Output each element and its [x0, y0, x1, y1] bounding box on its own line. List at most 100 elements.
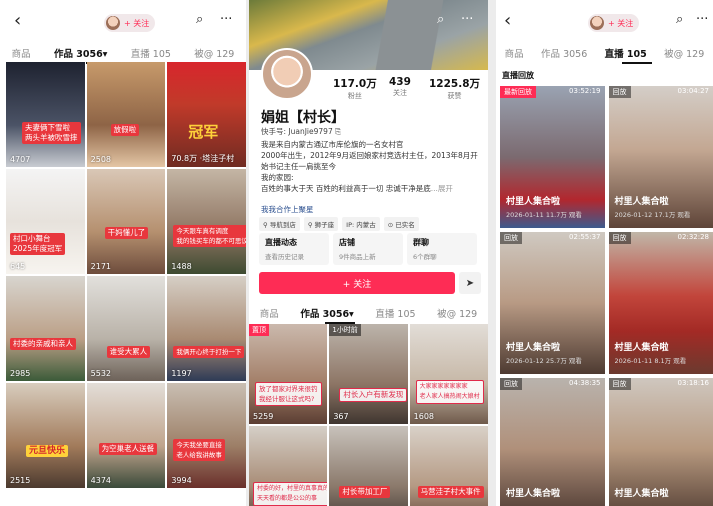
replay-tag: 回放 [500, 378, 522, 390]
like-count: 645 [10, 262, 26, 271]
follow-pill-label: + 关注 [608, 18, 634, 28]
replay-card[interactable]: 回放 04:38:35 村里人集合啦 [500, 378, 605, 506]
bio-expand[interactable]: ...展开 [431, 184, 453, 193]
replay-card[interactable]: 回放 02:32:28 村里人集合啦 2026-01-11 8.1万 观看 [608, 232, 713, 374]
stat-likes[interactable]: 1225.8万 获赞 [429, 76, 480, 101]
profile-tabs: 商品 作品 3056▾ 直播 105 被@ 129 [249, 304, 488, 324]
video-thumb[interactable]: 干妈懂儿了 2171 [86, 169, 166, 274]
follow-button[interactable]: + 关注 [259, 272, 455, 294]
stat-value: 117.0万 [333, 78, 377, 90]
video-thumb[interactable]: 我俩开心终于打扮一下 1197 [167, 276, 246, 381]
video-caption: 放了都家对界来很钓 我经计服让这式吗? [255, 382, 322, 406]
like-count: 2515 [10, 476, 31, 485]
chip-verified: ⊙ 已实名 [383, 217, 419, 231]
like-count: 2171 [90, 262, 112, 271]
video-thumb[interactable]: 夫妻俩下雪啦 两头羊被吹雪摔 4707 [6, 62, 85, 167]
follow-pill[interactable]: + 关注 [104, 14, 156, 32]
back-icon[interactable]: ‹ [14, 11, 21, 31]
video-caption: 今天跟车真有调度 我的钱买车的都不可思议 [173, 225, 246, 247]
profile-tabs: 商品 作品 3056 直播 105 被@ 129 [496, 44, 713, 64]
replay-duration: 03:52:19 [569, 87, 601, 95]
cooperation-link[interactable]: 我我合作上聚星 [261, 204, 314, 215]
tab-mentions[interactable]: 被@ 129 [194, 46, 234, 60]
video-thumb[interactable]: 今天跟车真有调度 我的钱买车的都不可思议 1488 [167, 169, 246, 274]
video-caption: 村长入户有新发现 [339, 388, 408, 402]
tab-live[interactable]: 直播 105 [375, 306, 415, 320]
video-thumb[interactable]: 马营洼子村大事件 [409, 426, 488, 506]
like-count: 5259 [253, 412, 274, 421]
video-thumb[interactable]: 村委的亲戚和亲人 2985 [6, 276, 85, 381]
stat-label: 粉丝 [347, 92, 362, 100]
search-icon[interactable]: ⌕ [437, 12, 444, 27]
works-grid: 置顶 放了都家对界来很钓 我经计服让这式吗? 5259 1小时前 村长入户有新发… [249, 324, 488, 506]
video-thumb[interactable]: 今天我坐要直接 老人给我讲故事 3994 [167, 383, 246, 488]
video-caption: 谁受大累人 [106, 346, 151, 358]
stat-followers[interactable]: 117.0万 粉丝 [333, 76, 377, 101]
video-thumb[interactable]: 村委的好，村里的真事真的 天天看的都是公公的事 [249, 426, 328, 506]
video-thumb[interactable]: 冠军 70.8万 ·塔洼子村 [167, 62, 246, 167]
follow-pill[interactable]: + 关注 [588, 14, 640, 32]
video-thumb[interactable]: 置顶 放了都家对界来很钓 我经计服让这式吗? 5259 [249, 324, 328, 424]
tab-products[interactable]: 商品 [12, 46, 31, 60]
replay-meta: 2026-01-11 11.7万 观看 [506, 211, 582, 219]
video-thumb[interactable]: 谁受大累人 5532 [86, 276, 166, 381]
like-count: 4707 [10, 155, 31, 164]
video-caption: 村口小舞台 2025年度冠军 [10, 233, 66, 255]
tab-works[interactable]: 作品 3056▾ [54, 46, 108, 60]
like-count: 70.8万 ·塔洼子村 [171, 154, 235, 163]
like-count: 1488 [171, 262, 192, 271]
replay-meta: 2026-01-12 25.7万 观看 [506, 357, 582, 365]
more-icon[interactable]: ··· [220, 12, 232, 27]
road-image [369, 0, 449, 70]
tab-mentions[interactable]: 被@ 129 [664, 46, 704, 60]
like-count: 5532 [90, 369, 112, 378]
tab-works[interactable]: 作品 3056▾ [300, 306, 354, 320]
tab-works[interactable]: 作品 3056 [541, 46, 587, 60]
replay-card[interactable]: 回放 03:04:27 村里人集合啦 2026-01-12 17.1万 观看 [608, 86, 713, 228]
video-caption: 马营洼子村大事件 [417, 486, 484, 498]
card-live-updates[interactable]: 直播动态 查看历史记录 [259, 233, 329, 265]
search-icon[interactable]: ⌕ [676, 12, 683, 27]
card-group-chat[interactable]: 群聊 6个群聊 [407, 233, 477, 265]
profile-screen: ⌕ ··· 117.0万 粉丝 439 关注 1225.8万 获赞 娟姐【村长】… [249, 0, 488, 506]
replay-card[interactable]: 回放 03:18:16 村里人集合啦 [608, 378, 713, 506]
search-icon[interactable]: ⌕ [196, 12, 203, 27]
tab-live[interactable]: 直播 105 [131, 46, 171, 60]
back-icon[interactable]: ‹ [504, 11, 511, 31]
video-thumb[interactable]: 1小时前 村长入户有新发现 367 [329, 324, 408, 424]
video-caption: 村委的亲戚和亲人 [10, 338, 76, 350]
more-icon[interactable]: ··· [696, 12, 708, 27]
video-thumb[interactable]: 为空巢老人送餐 4374 [86, 383, 166, 488]
live-section-title: 直播回放 [502, 71, 534, 80]
video-thumb[interactable]: 元旦快乐 2515 [6, 383, 85, 488]
chip-navigate[interactable]: ⚲ 导航到店 [259, 217, 300, 231]
profile-avatar[interactable] [261, 48, 313, 100]
card-shop[interactable]: 店铺 9件商品上新 [333, 233, 403, 265]
card-title: 群聊 [413, 238, 429, 247]
share-icon[interactable]: ➤ [459, 272, 481, 294]
tab-products[interactable]: 商品 [505, 46, 524, 60]
replay-title: 村里人集合啦 [506, 489, 561, 499]
replay-duration: 03:18:16 [677, 379, 709, 387]
video-caption: 干妈懂儿了 [104, 227, 149, 239]
replay-duration: 03:04:27 [677, 87, 709, 95]
works-screen: ‹ + 关注 ⌕ ··· 商品 作品 3056▾ 直播 105 被@ 129 夫… [0, 0, 246, 506]
card-sub: 9件商品上新 [339, 253, 376, 261]
profile-id[interactable]: 快手号: JuanJie9797 ⎘ [261, 126, 341, 137]
tab-underline [622, 62, 652, 64]
tab-live[interactable]: 直播 105 [605, 46, 647, 60]
profile-name: 娟姐【村长】 [261, 110, 345, 126]
replay-title: 村里人集合啦 [614, 343, 669, 353]
video-caption: 大家家家家家家家 老人家人搞热闹大娘村 [415, 380, 484, 404]
video-thumb[interactable]: 放假啦 2508 [86, 62, 166, 167]
video-thumb[interactable]: 大家家家家家家家 老人家人搞热闹大娘村 1608 [409, 324, 488, 424]
more-icon[interactable]: ··· [461, 12, 473, 27]
video-thumb[interactable]: 村长带加工厂 [329, 426, 408, 506]
tab-products[interactable]: 商品 [260, 306, 279, 320]
replay-card[interactable]: 回放 02:55:37 村里人集合啦 2026-01-12 25.7万 观看 [500, 232, 605, 374]
tab-mentions[interactable]: 被@ 129 [437, 306, 477, 320]
video-thumb[interactable]: 村口小舞台 2025年度冠军 645 [6, 169, 85, 274]
replay-card[interactable]: 最新回放 03:52:19 村里人集合啦 2026-01-11 11.7万 观看 [500, 86, 605, 228]
like-count: 4374 [90, 476, 112, 485]
stat-following[interactable]: 439 关注 [389, 76, 411, 98]
